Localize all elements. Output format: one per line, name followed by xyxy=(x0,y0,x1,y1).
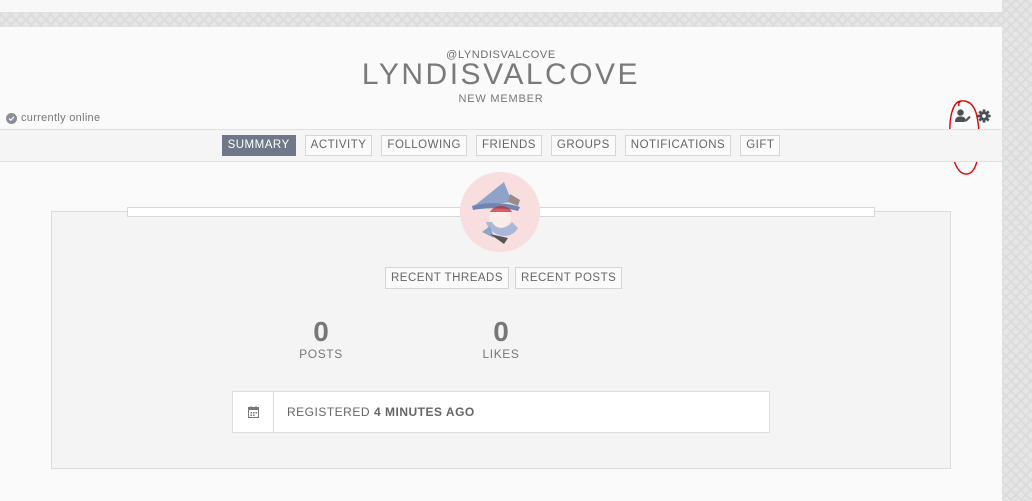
online-status: currently online xyxy=(6,112,100,124)
tab-notifications[interactable]: NOTIFICATIONS xyxy=(624,135,732,156)
tab-summary[interactable]: SUMMARY xyxy=(221,135,296,156)
recent-threads-button[interactable]: RECENT THREADS xyxy=(385,267,510,289)
posts-stat: 0 POSTS xyxy=(281,316,361,362)
recent-posts-button[interactable]: RECENT POSTS xyxy=(515,267,623,289)
posts-label: POSTS xyxy=(299,347,343,361)
tab-following[interactable]: FOLLOWING xyxy=(381,135,467,156)
calendar-icon xyxy=(233,392,274,432)
tab-gift[interactable]: GIFT xyxy=(740,135,781,156)
tab-friends[interactable]: FRIENDS xyxy=(475,135,542,156)
avatar[interactable] xyxy=(460,172,540,252)
check-circle-icon xyxy=(6,112,17,124)
likes-count: 0 xyxy=(493,316,509,347)
registered-info: REGISTERED 4 MINUTES AGO xyxy=(232,391,770,433)
registered-value: 4 MINUTES AGO xyxy=(374,405,475,419)
profile-username: LYNDISVALCOVE xyxy=(361,58,641,91)
tab-activity[interactable]: ACTIVITY xyxy=(304,135,373,156)
registered-prefix: REGISTERED xyxy=(287,405,371,419)
registered-text: REGISTERED 4 MINUTES AGO xyxy=(274,392,475,432)
likes-stat: 0 LIKES xyxy=(461,316,541,362)
top-strip xyxy=(0,0,1002,13)
profile-panel: @LYNDISVALCOVE LYNDISVALCOVE NEW MEMBER … xyxy=(0,26,1002,501)
tab-groups[interactable]: GROUPS xyxy=(550,135,616,156)
recent-buttons: RECENT THREADS RECENT POSTS xyxy=(385,267,623,289)
profile-tabs: SUMMARY ACTIVITY FOLLOWING FRIENDS GROUP… xyxy=(0,129,1002,162)
likes-label: LIKES xyxy=(482,347,520,361)
posts-count: 0 xyxy=(313,316,329,347)
profile-role: NEW MEMBER xyxy=(458,93,544,105)
online-status-text: currently online xyxy=(21,112,101,124)
